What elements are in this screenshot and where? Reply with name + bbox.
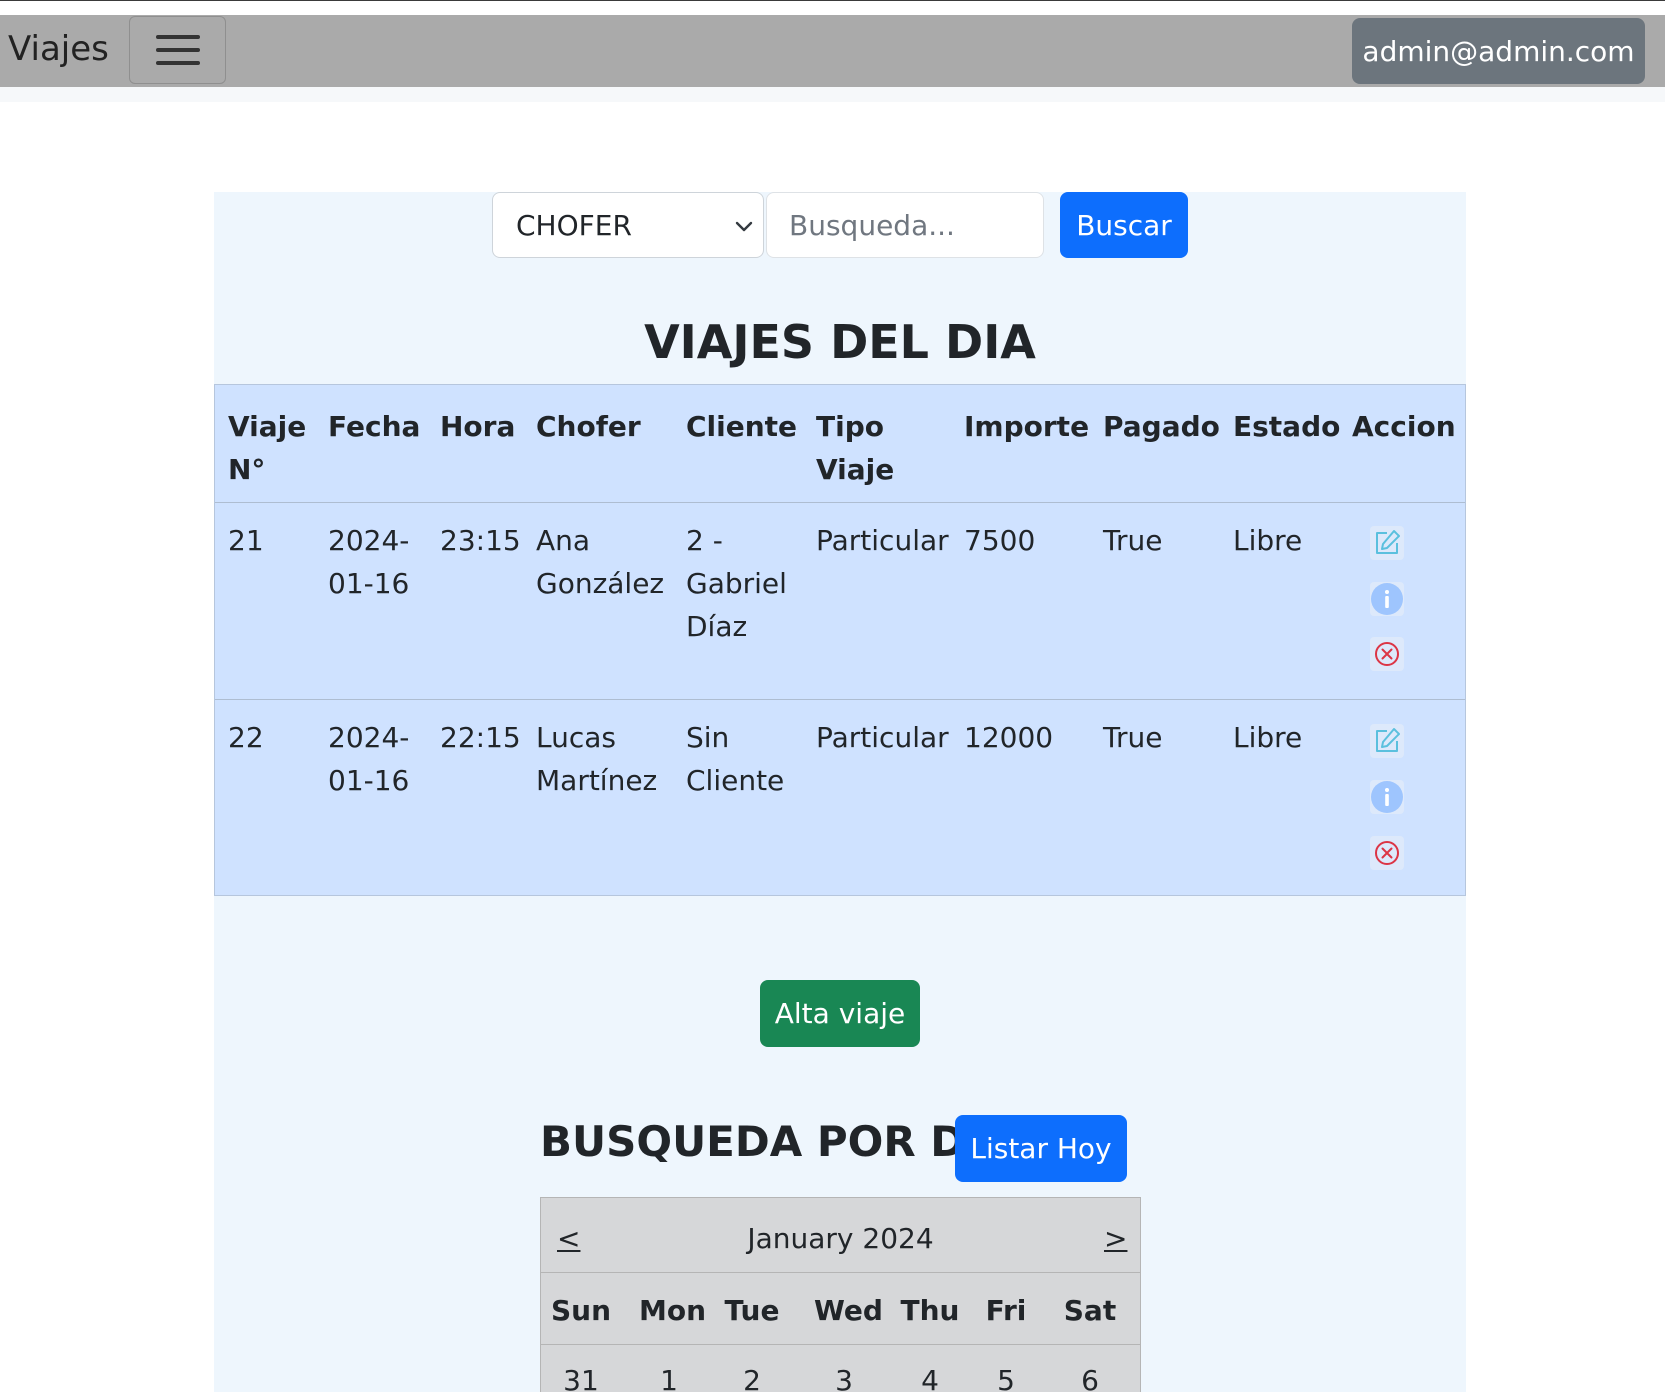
navbar-brand[interactable]: Viajes [8, 29, 109, 69]
column-header-fecha: Fecha [328, 410, 421, 443]
cell-hora: 22:15 [440, 721, 521, 754]
trips-table: Viaje N° Fecha Hora Chofer Cliente Tipo … [214, 384, 1466, 896]
delete-icon [1375, 841, 1399, 865]
cell-estado: Libre [1233, 721, 1303, 754]
column-header-cliente: Cliente [686, 410, 798, 443]
column-header-chofer: Chofer [536, 410, 641, 443]
add-trip-button[interactable]: Alta viaje [760, 980, 920, 1047]
search-filter-select[interactable]: CHOFER [492, 192, 764, 258]
delete-trip-button[interactable] [1370, 836, 1404, 870]
cell-text: 2 - [686, 524, 723, 557]
trips-title: VIAJES DEL DIA [644, 315, 1036, 369]
cell-text: 2024- [328, 524, 410, 557]
column-header-accion: Accion [1352, 410, 1456, 443]
calendar-divider [541, 1344, 1140, 1345]
column-header-text: N° [228, 453, 266, 486]
cell-viaje-numero: 21 [228, 524, 264, 557]
cell-importe: 12000 [964, 721, 1054, 754]
cell-importe: 7500 [964, 524, 1036, 557]
cell-text: Martínez [536, 764, 658, 797]
edit-icon [1376, 530, 1400, 554]
cell-tipo-viaje: Particular [816, 524, 949, 557]
user-account-button[interactable]: admin@admin.com [1352, 18, 1645, 84]
menu-toggle-button[interactable] [129, 16, 226, 84]
column-header-viaje: Viaje N° [228, 405, 306, 491]
chevron-down-icon [735, 221, 753, 232]
table-divider [215, 502, 1465, 503]
column-header-importe: Importe [964, 410, 1090, 443]
column-header-tipo-viaje: Tipo Viaje [816, 405, 894, 491]
calendar-day[interactable]: 4 [910, 1364, 950, 1392]
edit-trip-button[interactable] [1370, 526, 1404, 560]
cell-text: Díaz [686, 610, 748, 643]
cell-text: Sin [686, 721, 730, 754]
calendar-day-name: Sun [551, 1294, 612, 1327]
calendar-day[interactable]: 1 [649, 1364, 689, 1392]
calendar-day[interactable]: 2 [732, 1364, 772, 1392]
cell-estado: Libre [1233, 524, 1303, 557]
search-button[interactable]: Buscar [1060, 192, 1188, 258]
column-header-hora: Hora [440, 410, 516, 443]
cell-pagado: True [1103, 524, 1163, 557]
day-search-title: BUSQUEDA POR DIA [540, 1117, 1014, 1166]
calendar-day-name: Thu [900, 1294, 960, 1327]
info-icon [1371, 781, 1403, 813]
hamburger-icon-line [155, 61, 200, 65]
cell-text: 01-16 [328, 764, 410, 797]
info-icon [1371, 583, 1403, 615]
calendar-day-name: Wed [814, 1294, 883, 1327]
edit-icon [1376, 728, 1400, 752]
column-header-pagado: Pagado [1103, 410, 1220, 443]
cell-fecha: 2024- 01-16 [328, 519, 409, 605]
column-header-text: Viaje [816, 453, 895, 486]
cell-text: González [536, 567, 665, 600]
calendar-next-button[interactable]: > [1104, 1222, 1127, 1255]
cell-text: 01-16 [328, 567, 410, 600]
delete-icon [1375, 642, 1399, 666]
search-filter-selected: CHOFER [516, 208, 632, 242]
cell-text: Cliente [686, 764, 785, 797]
calendar-month-label: January 2024 [747, 1222, 934, 1255]
search-input[interactable] [766, 192, 1044, 258]
cell-text: Lucas [536, 721, 616, 754]
cell-viaje-numero: 22 [228, 721, 264, 754]
cell-text: Gabriel [686, 567, 787, 600]
cell-tipo-viaje: Particular [816, 721, 949, 754]
table-divider [215, 699, 1465, 700]
column-header-text: Viaje [228, 410, 307, 443]
delete-trip-button[interactable] [1370, 637, 1404, 671]
calendar-day[interactable]: 31 [561, 1364, 601, 1392]
calendar-day-name: Sat [1063, 1294, 1117, 1327]
cell-cliente: Sin Cliente [686, 716, 784, 802]
cell-text: 2024- [328, 721, 410, 754]
info-trip-button[interactable] [1370, 780, 1404, 814]
column-header-text: Tipo [816, 410, 884, 443]
hamburger-icon-line [155, 35, 200, 39]
calendar-day-name: Mon [639, 1294, 707, 1327]
list-today-button[interactable]: Listar Hoy [955, 1115, 1127, 1182]
cell-pagado: True [1103, 721, 1163, 754]
cell-chofer: Ana González [536, 519, 664, 605]
navbar-bottom-strip [0, 87, 1665, 102]
calendar-day[interactable]: 3 [824, 1364, 864, 1392]
info-trip-button[interactable] [1370, 582, 1404, 616]
calendar-day-name: Tue [724, 1294, 780, 1327]
calendar-day[interactable]: 6 [1070, 1364, 1110, 1392]
cell-cliente: 2 - Gabriel Díaz [686, 519, 787, 648]
cell-chofer: Lucas Martínez [536, 716, 657, 802]
calendar-day-name: Fri [985, 1294, 1027, 1327]
cell-fecha: 2024- 01-16 [328, 716, 409, 802]
cell-text: Ana [536, 524, 591, 557]
edit-trip-button[interactable] [1370, 724, 1404, 758]
window-top-border [0, 0, 1665, 1]
cell-hora: 23:15 [440, 524, 521, 557]
navbar: Viajes admin@admin.com [0, 15, 1665, 87]
column-header-estado: Estado [1233, 410, 1341, 443]
hamburger-icon-line [155, 48, 200, 52]
calendar-divider [541, 1272, 1140, 1273]
calendar-prev-button[interactable]: < [557, 1222, 580, 1255]
calendar: January 2024 < > Sun Mon Tue Wed Thu Fri… [540, 1197, 1141, 1392]
calendar-day[interactable]: 5 [986, 1364, 1026, 1392]
